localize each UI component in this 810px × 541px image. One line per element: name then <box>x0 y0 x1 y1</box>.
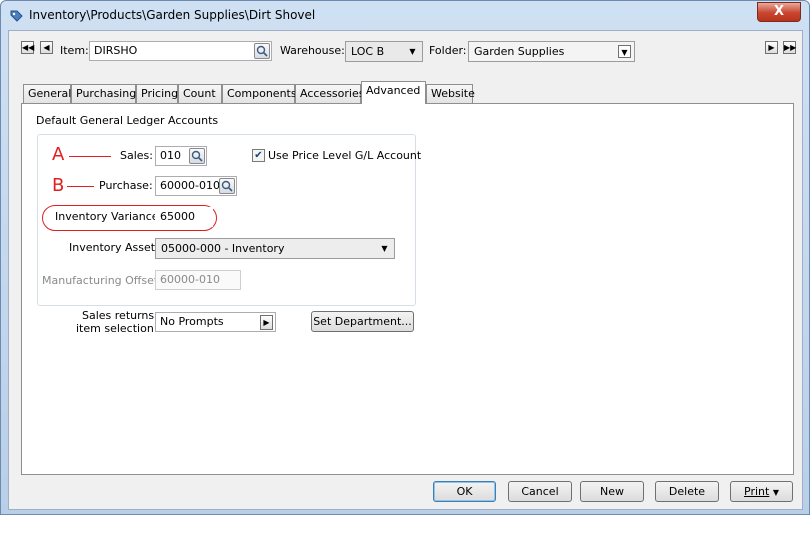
cancel-button[interactable]: Cancel <box>508 481 572 502</box>
print-label: Print <box>744 485 770 498</box>
tab-count[interactable]: Count <box>178 84 222 103</box>
sales-search-icon[interactable] <box>189 148 205 164</box>
purchase-search-icon[interactable] <box>219 178 235 194</box>
inventory-asset-label: Inventory Asset: <box>69 241 159 254</box>
chevron-down-icon: ▼ <box>381 244 388 253</box>
sales-returns-value: No Prompts <box>160 315 224 328</box>
chevron-right-icon[interactable]: ▶ <box>260 315 273 330</box>
manufacturing-offset-input: 60000-010 <box>155 270 241 290</box>
section-title: Default General Ledger Accounts <box>36 114 219 127</box>
inventory-asset-value: 05000-000 - Inventory <box>161 242 285 255</box>
warehouse-value: LOC B <box>351 45 385 58</box>
new-button[interactable]: New <box>580 481 644 502</box>
annotation-b: B <box>52 175 65 196</box>
close-button[interactable]: X <box>757 2 801 22</box>
advanced-tab-panel: Default General Ledger Accounts A Sales:… <box>21 103 794 475</box>
inventory-window: Inventory\Products\Garden Supplies\Dirt … <box>0 0 810 515</box>
sales-label: Sales: <box>120 149 153 162</box>
folder-select[interactable]: Garden Supplies ▼ <box>468 41 635 62</box>
warehouse-label: Warehouse: <box>280 44 345 57</box>
annotation-a-line <box>69 156 111 157</box>
tab-pricing[interactable]: Pricing <box>136 84 178 103</box>
tab-components[interactable]: Components <box>222 84 297 103</box>
print-button[interactable]: Print ▼ <box>730 481 793 502</box>
tab-purchasing[interactable]: Purchasing <box>71 84 136 103</box>
chevron-down-icon: ▼ <box>772 488 779 497</box>
sales-returns-field[interactable]: No Prompts <box>155 312 276 332</box>
inventory-variance-label: Inventory Variance: <box>55 210 163 223</box>
sales-returns-label-2: item selection: <box>76 322 158 335</box>
annotation-b-line <box>67 186 94 187</box>
tab-accessories[interactable]: Accessories <box>295 84 364 103</box>
client-area: ◀◀ ◀ ▶ ▶▶ Item: DIRSHO Warehouse: LOC B … <box>8 30 803 510</box>
first-record-icon[interactable]: ◀◀ <box>21 41 34 54</box>
purchase-label: Purchase: <box>99 179 153 192</box>
item-search-icon[interactable] <box>254 43 270 59</box>
tab-advanced[interactable]: Advanced <box>361 81 426 104</box>
chevron-down-icon: ▼ <box>618 45 631 58</box>
warehouse-select[interactable]: LOC B ▼ <box>345 41 423 62</box>
use-price-level-label: Use Price Level G/L Account <box>268 149 422 162</box>
manufacturing-offset-label: Manufacturing Offset: <box>42 274 162 287</box>
title-bar: Inventory\Products\Garden Supplies\Dirt … <box>1 1 809 31</box>
next-record-icon[interactable]: ▶ <box>765 41 778 54</box>
chevron-down-icon: ▼ <box>409 47 416 56</box>
delete-button[interactable]: Delete <box>655 481 719 502</box>
tab-website[interactable]: Website <box>426 84 475 103</box>
tag-icon <box>10 10 23 22</box>
tab-general[interactable]: General <box>23 84 71 103</box>
last-record-icon[interactable]: ▶▶ <box>783 41 796 54</box>
folder-value: Garden Supplies <box>474 45 565 58</box>
inventory-asset-select[interactable]: 05000-000 - Inventory ▼ <box>155 238 395 259</box>
item-label: Item: <box>60 44 89 57</box>
ok-button[interactable]: OK <box>433 481 496 502</box>
set-department-button[interactable]: Set Department... <box>311 311 414 332</box>
folder-label: Folder: <box>429 44 467 57</box>
window-title: Inventory\Products\Garden Supplies\Dirt … <box>29 8 316 22</box>
previous-record-icon[interactable]: ◀ <box>40 41 53 54</box>
use-price-level-checkbox[interactable]: ✔ <box>252 149 265 162</box>
sales-returns-label-1: Sales returns <box>82 309 155 322</box>
inventory-variance-input[interactable]: 65000 <box>155 207 213 227</box>
item-input[interactable]: DIRSHO <box>89 41 272 61</box>
annotation-a: A <box>52 144 65 165</box>
